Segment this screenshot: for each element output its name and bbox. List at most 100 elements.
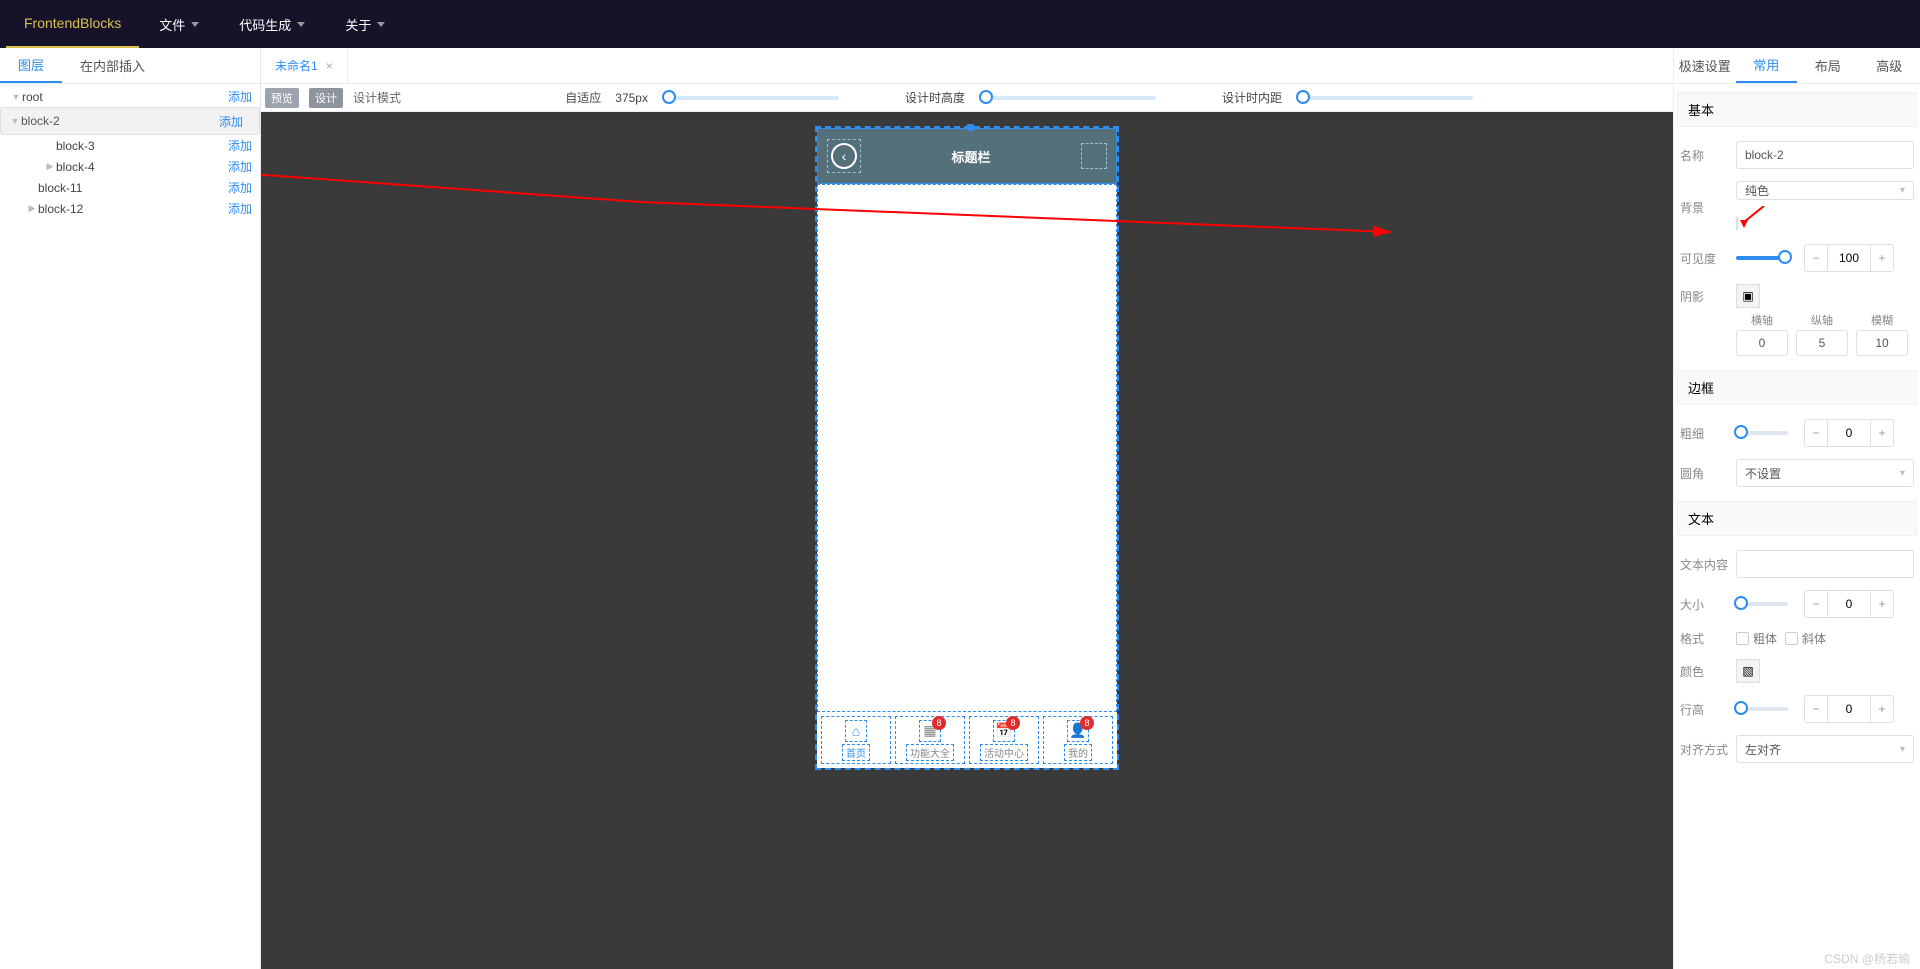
preview-button[interactable]: 预览 <box>265 88 299 108</box>
minus-button[interactable]: − <box>1805 426 1827 440</box>
tab-item-home[interactable]: ⌂ 首页 <box>821 716 891 764</box>
design-height-slider[interactable] <box>981 96 1156 100</box>
back-button-slot[interactable]: ‹ <box>827 139 861 173</box>
brand-logo[interactable]: FrontendBlocks <box>6 0 139 48</box>
add-button[interactable]: 添加 <box>219 113 251 130</box>
stepper-value[interactable]: 0 <box>1827 420 1871 446</box>
tab-insert-inside[interactable]: 在内部插入 <box>62 48 163 83</box>
add-button[interactable]: 添加 <box>228 137 260 154</box>
minus-button[interactable]: − <box>1805 702 1827 716</box>
plus-button[interactable]: + <box>1871 702 1893 716</box>
tree-row-block-11[interactable]: block-11添加 <box>0 177 260 198</box>
tab-layers[interactable]: 图层 <box>0 48 62 83</box>
expand-icon[interactable]: ▶ <box>44 161 56 172</box>
shadow-toggle[interactable]: ▣ <box>1736 284 1760 308</box>
bold-checkbox[interactable]: 粗体 <box>1736 630 1777 647</box>
tree-row-block-12[interactable]: ▶block-12添加 <box>0 198 260 219</box>
radius-select[interactable]: 不设置▾ <box>1736 459 1914 487</box>
shadow-h-input[interactable] <box>1736 330 1788 356</box>
expand-icon[interactable]: ▶ <box>26 203 38 214</box>
canvas-area[interactable]: ‹ 标题栏 ⌂ 首页 ▦8 功能大全 📅8 活动 <box>261 112 1673 969</box>
tab-item-activity[interactable]: 📅8 活动中心 <box>969 716 1039 764</box>
slider-knob[interactable] <box>1778 250 1792 264</box>
tab-item-features[interactable]: ▦8 功能大全 <box>895 716 965 764</box>
chevron-down-icon: ▾ <box>1900 744 1905 755</box>
bg-color-swatch[interactable] <box>1736 217 1738 233</box>
menu-button-slot[interactable] <box>1081 143 1107 169</box>
add-button[interactable]: 添加 <box>228 200 260 217</box>
prop-border-radius: 圆角 不设置▾ <box>1674 453 1920 493</box>
back-icon[interactable]: ‹ <box>831 143 857 169</box>
titlebar-label[interactable]: 标题栏 <box>951 147 990 166</box>
thickness-slider[interactable] <box>1736 431 1788 435</box>
align-select[interactable]: 左对齐▾ <box>1736 735 1914 763</box>
visibility-slider[interactable] <box>1736 256 1788 260</box>
lineheight-stepper[interactable]: −0+ <box>1804 695 1894 723</box>
design-padding-slider[interactable] <box>1298 96 1473 100</box>
tree-row-root[interactable]: ▼root添加 <box>0 86 260 107</box>
minus-button[interactable]: − <box>1805 251 1827 265</box>
add-button[interactable]: 添加 <box>228 158 260 175</box>
file-tab[interactable]: 未命名1 × <box>261 48 348 83</box>
slider-knob[interactable] <box>1296 90 1310 104</box>
bg-mode-select[interactable]: 纯色▾ <box>1736 181 1914 200</box>
tab-label: 首页 <box>842 744 870 761</box>
lineheight-slider[interactable] <box>1736 707 1788 711</box>
section-basic-header: 基本 <box>1677 92 1917 127</box>
plus-button[interactable]: + <box>1871 426 1893 440</box>
section-text-header: 文本 <box>1677 501 1917 536</box>
adaptive-slider[interactable] <box>664 96 839 100</box>
add-button[interactable]: 添加 <box>228 88 260 105</box>
add-button[interactable]: 添加 <box>228 179 260 196</box>
tab-quick-settings[interactable]: 极速设置 <box>1674 48 1736 83</box>
stepper-value[interactable]: 0 <box>1827 591 1871 617</box>
section-border-header: 边框 <box>1677 370 1917 405</box>
plus-button[interactable]: + <box>1871 251 1893 265</box>
slider-knob[interactable] <box>1734 596 1748 610</box>
chevron-down-icon: ▾ <box>1900 185 1905 196</box>
tree-row-block-4[interactable]: ▶block-4添加 <box>0 156 260 177</box>
text-content-input[interactable] <box>1736 550 1914 578</box>
slider-knob[interactable] <box>662 90 676 104</box>
italic-checkbox[interactable]: 斜体 <box>1785 630 1826 647</box>
text-color-swatch[interactable]: ▧ <box>1736 659 1760 683</box>
menu-codegen[interactable]: 代码生成 <box>219 0 325 48</box>
phone-tabbar[interactable]: ⌂ 首页 ▦8 功能大全 📅8 活动中心 👤8 我的 <box>817 712 1117 768</box>
title-bar-block[interactable]: ‹ 标题栏 <box>817 128 1117 184</box>
phone-frame[interactable]: ‹ 标题栏 ⌂ 首页 ▦8 功能大全 📅8 活动 <box>817 128 1117 768</box>
design-toolbar: 预览 设计 设计模式 自适应 375px 设计时高度 设计时内距 <box>261 84 1673 112</box>
tab-label: 活动中心 <box>980 744 1028 761</box>
menu-about[interactable]: 关于 <box>325 0 405 48</box>
minus-button[interactable]: − <box>1805 597 1827 611</box>
tab-common[interactable]: 常用 <box>1736 48 1798 83</box>
phone-body-block[interactable] <box>817 184 1117 712</box>
calendar-icon: 📅8 <box>993 720 1015 742</box>
plus-button[interactable]: + <box>1871 597 1893 611</box>
stepper-value[interactable]: 0 <box>1827 696 1871 722</box>
design-mode-label: 设计模式 <box>353 89 401 106</box>
design-button[interactable]: 设计 <box>309 88 343 108</box>
close-icon[interactable]: × <box>326 59 333 73</box>
thickness-stepper[interactable]: −0+ <box>1804 419 1894 447</box>
slider-knob[interactable] <box>1734 425 1748 439</box>
visibility-stepper[interactable]: −100+ <box>1804 244 1894 272</box>
shadow-v-input[interactable] <box>1796 330 1848 356</box>
tab-item-mine[interactable]: 👤8 我的 <box>1043 716 1113 764</box>
shadow-blur-input[interactable] <box>1856 330 1908 356</box>
chevron-down-icon <box>297 22 305 27</box>
tab-advanced[interactable]: 高级 <box>1859 48 1920 83</box>
slider-knob[interactable] <box>1734 701 1748 715</box>
adaptive-label: 自适应 <box>565 89 601 106</box>
tree-row-block-3[interactable]: block-3添加 <box>0 135 260 156</box>
size-stepper[interactable]: −0+ <box>1804 590 1894 618</box>
menu-file[interactable]: 文件 <box>139 0 219 48</box>
stepper-value[interactable]: 100 <box>1827 245 1871 271</box>
name-input[interactable] <box>1736 141 1914 169</box>
slider-knob[interactable] <box>979 90 993 104</box>
tree-row-block-2[interactable]: ▼block-2添加 <box>0 107 260 135</box>
size-slider[interactable] <box>1736 602 1788 606</box>
collapse-icon[interactable]: ▼ <box>10 92 22 102</box>
tab-label: 我的 <box>1064 744 1092 761</box>
tab-layout[interactable]: 布局 <box>1797 48 1859 83</box>
collapse-icon[interactable]: ▼ <box>9 116 21 126</box>
